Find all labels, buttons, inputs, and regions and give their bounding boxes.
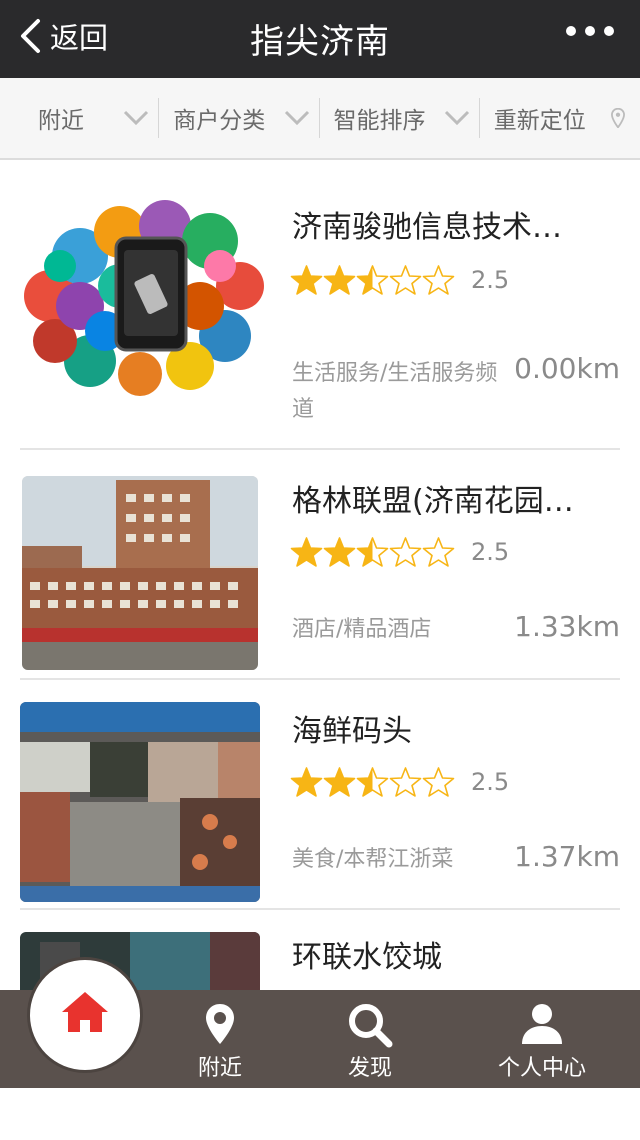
filter-label: 智能排序 <box>333 108 426 134</box>
filter-nearby[interactable]: 附近 <box>0 78 158 158</box>
tab-label: 附近 <box>197 1056 242 1081</box>
chevron-down-icon <box>444 110 469 126</box>
filter-label: 商户分类 <box>173 108 266 134</box>
stars-container <box>290 264 455 296</box>
app-icons-cloud-image <box>20 196 264 396</box>
rating-score: 2.5 <box>471 538 510 566</box>
tab-home-button[interactable] <box>30 960 140 1070</box>
tab-nearby[interactable]: 附近 <box>160 990 280 1088</box>
business-category: 酒店/精品酒店 <box>292 617 432 642</box>
location-pin-icon <box>611 108 625 128</box>
more-dot-icon <box>604 26 614 36</box>
filter-sort[interactable]: 智能排序 <box>320 78 479 158</box>
business-distance: 1.33km <box>514 610 620 643</box>
filter-label: 附近 <box>38 108 84 134</box>
user-icon <box>522 1004 562 1044</box>
business-distance: 0.00km <box>514 352 620 385</box>
filter-label: 重新定位 <box>493 108 586 134</box>
rating-score: 2.5 <box>471 768 510 796</box>
stars-container <box>290 536 455 568</box>
rating-score: 2.5 <box>471 266 510 294</box>
list-item[interactable]: 海鲜码头 2.5 美食/本帮江浙菜 1.37km <box>0 680 640 910</box>
stars-container <box>290 766 455 798</box>
star-icon <box>323 767 356 797</box>
filter-category[interactable]: 商户分类 <box>159 78 318 158</box>
more-dot-icon <box>585 26 595 36</box>
business-thumbnail <box>20 196 264 396</box>
search-icon <box>349 1004 393 1048</box>
star-icon <box>290 537 323 567</box>
location-pin-icon <box>206 1004 234 1044</box>
business-name: 海鲜码头 <box>292 714 412 749</box>
more-dot-icon <box>566 26 576 36</box>
star-rating: 2.5 <box>290 536 509 568</box>
home-icon <box>62 992 108 1032</box>
business-thumbnail <box>20 702 260 902</box>
page-title: 指尖济南 <box>250 22 390 62</box>
star-rating: 2.5 <box>290 766 509 798</box>
business-category: 生活服务/生活服务频道 <box>292 361 498 422</box>
star-icon <box>389 767 422 797</box>
filter-bar: 附近 商户分类 智能排序 重新定位 <box>0 78 640 160</box>
list-item[interactable]: 济南骏驰信息技术… 2.5 生活服务/生活服务频道 0.00km <box>0 160 640 450</box>
business-category: 美食/本帮江浙菜 <box>292 847 454 872</box>
list-item[interactable]: 格林联盟(济南花园… 2.5 酒店/精品酒店 1.33km <box>0 450 640 680</box>
star-icon <box>389 265 422 295</box>
chevron-down-icon <box>124 110 149 126</box>
top-nav-bar: 返回 指尖济南 <box>0 0 640 78</box>
tab-label: 发现 <box>347 1056 392 1081</box>
tab-label: 个人中心 <box>497 1056 586 1081</box>
chevron-down-icon <box>284 110 309 126</box>
star-icon <box>356 767 389 797</box>
star-icon <box>323 265 356 295</box>
star-icon <box>422 537 455 567</box>
star-icon <box>290 767 323 797</box>
tab-discover[interactable]: 发现 <box>310 990 430 1088</box>
tab-profile[interactable]: 个人中心 <box>482 990 602 1088</box>
more-options-button[interactable] <box>566 26 614 36</box>
business-distance: 1.37km <box>514 840 620 873</box>
star-icon <box>422 265 455 295</box>
filter-relocate[interactable]: 重新定位 <box>480 78 640 158</box>
hotel-building-image <box>22 476 258 670</box>
seafood-market-image <box>20 702 260 902</box>
star-icon <box>323 537 356 567</box>
star-icon <box>389 537 422 567</box>
star-icon <box>290 265 323 295</box>
star-rating: 2.5 <box>290 264 509 296</box>
business-name: 环联水饺城 <box>292 940 442 975</box>
business-name: 格林联盟(济南花园… <box>292 484 574 519</box>
star-icon <box>356 265 389 295</box>
business-name: 济南骏驰信息技术… <box>292 210 562 245</box>
star-icon <box>422 767 455 797</box>
star-icon <box>356 537 389 567</box>
business-thumbnail <box>22 476 258 670</box>
